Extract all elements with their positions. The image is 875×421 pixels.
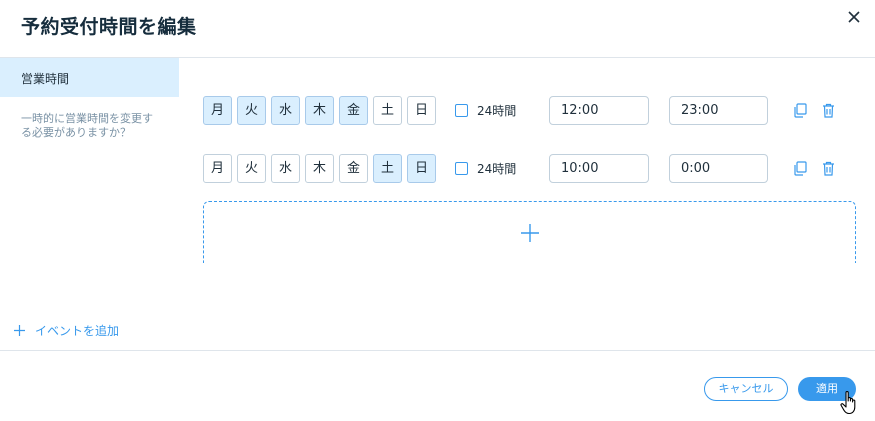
- all-day-label: 24時間: [477, 162, 517, 176]
- day-toggle-tue[interactable]: 火: [237, 96, 266, 125]
- trash-icon: [823, 161, 834, 176]
- sidebar: 営業時間 一時的に営業時間を変更する必要がありますか？: [0, 58, 179, 318]
- edit-hours-dialog: 予約受付時間を編集 営業時間 一時的に営業時間を変更する必要がありますか？ 月 …: [0, 0, 875, 421]
- dialog-header: 予約受付時間を編集: [0, 0, 875, 58]
- apply-button[interactable]: 適用: [798, 377, 856, 401]
- all-day-checkbox[interactable]: [455, 104, 468, 117]
- end-time-input[interactable]: 23:00: [669, 96, 768, 125]
- day-toggle-wed[interactable]: 水: [271, 154, 300, 183]
- day-toggle-thu[interactable]: 木: [305, 96, 334, 125]
- add-event-label: イベントを追加: [35, 324, 120, 338]
- day-toggle-wed[interactable]: 水: [271, 96, 300, 125]
- day-toggle-sun[interactable]: 日: [407, 154, 436, 183]
- day-toggle-sat[interactable]: 土: [373, 96, 402, 125]
- all-day-checkbox[interactable]: [455, 162, 468, 175]
- duplicate-icon: [794, 103, 807, 118]
- close-button[interactable]: [843, 6, 865, 28]
- day-toggle-tue[interactable]: 火: [237, 154, 266, 183]
- trash-icon: [823, 103, 834, 118]
- day-toggle-fri[interactable]: 金: [339, 96, 368, 125]
- start-time-input[interactable]: 10:00: [549, 154, 649, 183]
- day-toggle-sat[interactable]: 土: [373, 154, 402, 183]
- duplicate-button[interactable]: [792, 160, 809, 177]
- day-toggle-mon[interactable]: 月: [203, 154, 232, 183]
- plus-icon: [14, 325, 25, 336]
- sidebar-note: 一時的に営業時間を変更する必要がありますか？: [21, 112, 153, 139]
- day-toggle-fri[interactable]: 金: [339, 154, 368, 183]
- close-icon: [848, 11, 860, 23]
- day-toggle-thu[interactable]: 木: [305, 154, 334, 183]
- duplicate-icon: [794, 161, 807, 176]
- dialog-title: 予約受付時間を編集: [21, 16, 197, 38]
- day-toggle-mon[interactable]: 月: [203, 96, 232, 125]
- day-toggle-sun[interactable]: 日: [407, 96, 436, 125]
- delete-button[interactable]: [820, 160, 837, 177]
- hours-row: 月 火 水 木 金 土 日 24時間 12:00 23:00: [203, 96, 863, 126]
- dialog-footer: キャンセル 適用: [0, 350, 875, 421]
- all-day-option: 24時間: [455, 154, 516, 183]
- plus-icon: [521, 224, 539, 242]
- start-time-input[interactable]: 12:00: [549, 96, 649, 125]
- hours-row: 月 火 水 木 金 土 日 24時間 10:00 0:00: [203, 154, 863, 184]
- all-day-option: 24時間: [455, 96, 516, 125]
- delete-button[interactable]: [820, 102, 837, 119]
- cancel-button[interactable]: キャンセル: [704, 377, 788, 401]
- duplicate-button[interactable]: [792, 102, 809, 119]
- end-time-input[interactable]: 0:00: [669, 154, 768, 183]
- all-day-label: 24時間: [477, 104, 517, 118]
- sidebar-item-business-hours[interactable]: 営業時間: [0, 58, 179, 97]
- add-event-link[interactable]: イベントを追加: [13, 322, 119, 339]
- add-time-slot-button[interactable]: [203, 201, 856, 263]
